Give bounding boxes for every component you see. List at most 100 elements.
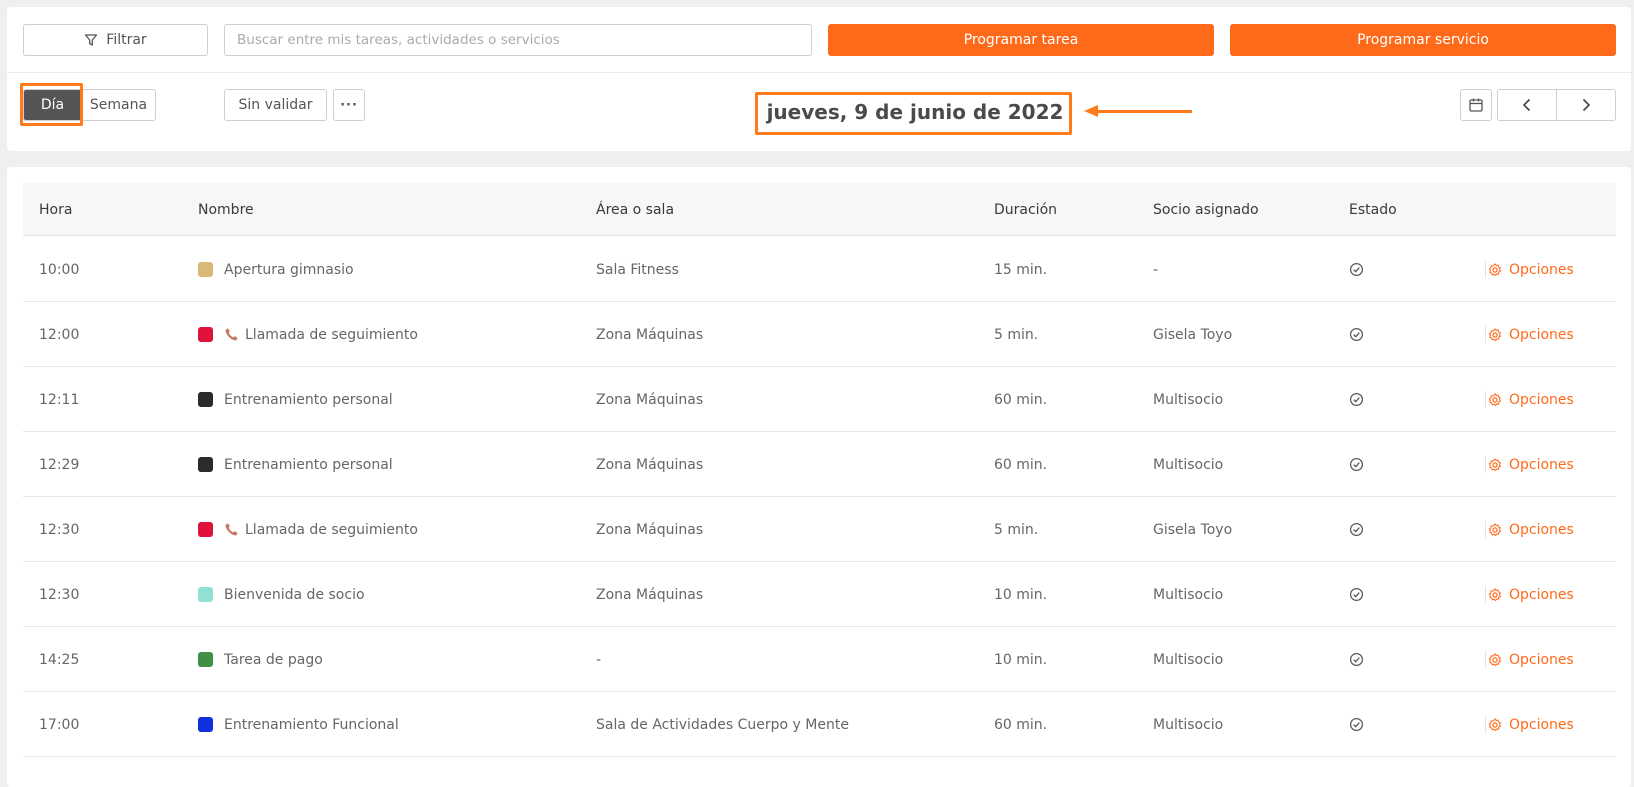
row-area: Zona Máquinas bbox=[596, 586, 704, 603]
row-duration: 60 min. bbox=[994, 456, 1048, 473]
row-area: Zona Máquinas bbox=[596, 326, 704, 343]
row-name: Bienvenida de socio bbox=[224, 586, 365, 603]
phone-icon bbox=[224, 327, 239, 342]
options-button[interactable]: Opciones bbox=[1488, 562, 1574, 627]
options-button[interactable]: Opciones bbox=[1488, 497, 1574, 562]
schedule-task-button[interactable]: Programar tarea bbox=[828, 24, 1214, 56]
chevron-left-icon bbox=[1522, 98, 1531, 112]
status-check-icon bbox=[1349, 692, 1364, 757]
status-check-icon bbox=[1349, 432, 1364, 497]
row-member: Multisocio bbox=[1153, 586, 1224, 603]
table-header: Hora Nombre Área o sala Duración Socio a… bbox=[23, 183, 1616, 236]
calendar-button[interactable] bbox=[1460, 89, 1492, 121]
row-duration: 5 min. bbox=[994, 326, 1039, 343]
gear-icon bbox=[1488, 717, 1502, 731]
arrow-shaft bbox=[1092, 110, 1192, 113]
table-row: 12:29 Entrenamiento personal Zona Máquinas… bbox=[23, 432, 1616, 497]
row-member: Multisocio bbox=[1153, 651, 1224, 668]
row-name-cell[interactable]: Bienvenida de socio bbox=[198, 562, 365, 627]
header-area: Área o sala bbox=[596, 201, 675, 218]
row-name: Apertura gimnasio bbox=[224, 261, 354, 278]
header-nombre: Nombre bbox=[198, 201, 254, 218]
more-icon: ··· bbox=[340, 97, 358, 113]
task-color-swatch bbox=[198, 392, 213, 407]
options-button[interactable]: Opciones bbox=[1488, 432, 1574, 497]
options-divider bbox=[1485, 391, 1486, 408]
row-area: Zona Máquinas bbox=[596, 521, 704, 538]
options-label: Opciones bbox=[1509, 586, 1574, 603]
unvalidated-button[interactable]: Sin validar bbox=[224, 89, 327, 121]
row-name: Llamada de seguimiento bbox=[245, 326, 418, 343]
week-view-button[interactable]: Semana bbox=[81, 90, 156, 120]
status-check-icon bbox=[1349, 627, 1364, 692]
status-check-icon bbox=[1349, 237, 1364, 302]
task-color-swatch bbox=[198, 522, 213, 537]
row-area: Zona Máquinas bbox=[596, 456, 704, 473]
options-button[interactable]: Opciones bbox=[1488, 237, 1574, 302]
task-color-swatch bbox=[198, 717, 213, 732]
row-name-cell[interactable]: Apertura gimnasio bbox=[198, 237, 354, 302]
row-name: Entrenamiento personal bbox=[224, 391, 393, 408]
row-area: Sala Fitness bbox=[596, 261, 679, 278]
header-estado: Estado bbox=[1349, 201, 1397, 218]
search-input[interactable] bbox=[224, 24, 812, 56]
filter-button[interactable]: Filtrar bbox=[23, 24, 208, 56]
row-time: 12:30 bbox=[39, 586, 80, 603]
table-row: 14:25 Tarea de pago - 10 min. Multisocio Opci… bbox=[23, 627, 1616, 692]
next-day-button[interactable] bbox=[1556, 89, 1616, 121]
task-color-swatch bbox=[198, 587, 213, 602]
chevron-right-icon bbox=[1582, 98, 1591, 112]
row-name: Entrenamiento Funcional bbox=[224, 716, 399, 733]
row-name: Tarea de pago bbox=[224, 651, 323, 668]
row-duration: 15 min. bbox=[994, 261, 1048, 278]
table-row: 12:30 Bienvenida de socio Zona Máquinas 10 … bbox=[23, 562, 1616, 627]
row-time: 12:30 bbox=[39, 521, 80, 538]
row-name-cell[interactable]: Entrenamiento Funcional bbox=[198, 692, 399, 757]
row-duration: 5 min. bbox=[994, 521, 1039, 538]
header-duracion: Duración bbox=[994, 201, 1058, 218]
row-area: Sala de Actividades Cuerpo y Mente bbox=[596, 716, 849, 733]
options-button[interactable]: Opciones bbox=[1488, 367, 1574, 432]
filter-icon bbox=[85, 34, 98, 46]
gear-icon bbox=[1488, 457, 1502, 471]
gear-icon bbox=[1488, 262, 1502, 276]
more-options-button[interactable]: ··· bbox=[333, 89, 365, 121]
options-button[interactable]: Opciones bbox=[1488, 627, 1574, 692]
phone-icon bbox=[224, 522, 239, 537]
options-label: Opciones bbox=[1509, 716, 1574, 733]
table-row: 12:11 Entrenamiento personal Zona Máquinas… bbox=[23, 367, 1616, 432]
task-color-swatch bbox=[198, 327, 213, 342]
options-label: Opciones bbox=[1509, 651, 1574, 668]
task-color-swatch bbox=[198, 457, 213, 472]
options-button[interactable]: Opciones bbox=[1488, 692, 1574, 757]
options-divider bbox=[1485, 261, 1486, 278]
unvalidated-label: Sin validar bbox=[238, 97, 313, 113]
row-time: 10:00 bbox=[39, 261, 80, 278]
gear-icon bbox=[1488, 327, 1502, 341]
options-divider bbox=[1485, 521, 1486, 538]
options-divider bbox=[1485, 456, 1486, 473]
week-view-label: Semana bbox=[89, 97, 148, 113]
gear-icon bbox=[1488, 392, 1502, 406]
options-button[interactable]: Opciones bbox=[1488, 302, 1574, 367]
prev-day-button[interactable] bbox=[1497, 89, 1557, 121]
current-date: jueves, 9 de junio de 2022 bbox=[766, 100, 1064, 124]
toolbar-divider bbox=[7, 72, 1631, 73]
table-row: 17:00 Entrenamiento Funcional Sala de Acti… bbox=[23, 692, 1616, 757]
task-color-swatch bbox=[198, 262, 213, 277]
status-check-icon bbox=[1349, 497, 1364, 562]
header-hora: Hora bbox=[39, 201, 73, 218]
schedule-task-label: Programar tarea bbox=[963, 32, 1079, 48]
schedule-service-button[interactable]: Programar servicio bbox=[1230, 24, 1616, 56]
gear-icon bbox=[1488, 652, 1502, 666]
options-divider bbox=[1485, 716, 1486, 733]
row-member: Multisocio bbox=[1153, 391, 1224, 408]
row-name-cell[interactable]: Tarea de pago bbox=[198, 627, 323, 692]
row-area: Zona Máquinas bbox=[596, 391, 704, 408]
row-name-cell[interactable]: Entrenamiento personal bbox=[198, 367, 393, 432]
row-name-cell[interactable]: Llamada de seguimiento bbox=[198, 497, 418, 562]
schedule-service-label: Programar servicio bbox=[1357, 32, 1489, 48]
row-time: 12:00 bbox=[39, 326, 80, 343]
row-name-cell[interactable]: Llamada de seguimiento bbox=[198, 302, 418, 367]
row-name-cell[interactable]: Entrenamiento personal bbox=[198, 432, 393, 497]
